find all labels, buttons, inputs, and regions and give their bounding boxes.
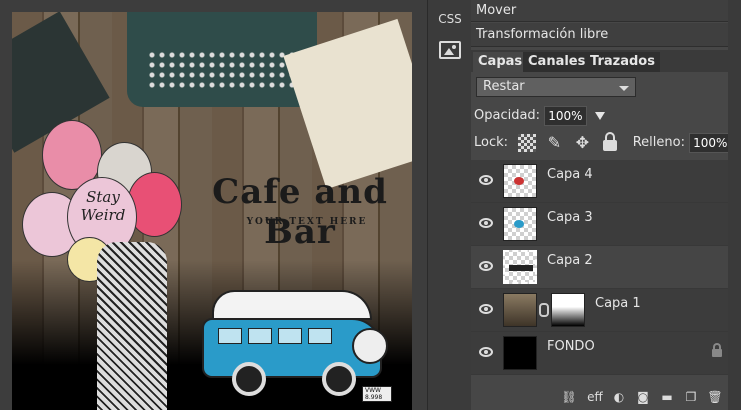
lock-brush-icon[interactable]: ✎ <box>544 133 564 153</box>
van-window <box>278 328 302 344</box>
eye-icon[interactable] <box>479 175 493 185</box>
eye-icon[interactable] <box>479 261 493 271</box>
mask-icon[interactable]: ◙ <box>635 389 651 405</box>
van-illustration: VWW 8.998 <box>202 290 392 402</box>
panel-scrollbar[interactable] <box>728 0 741 410</box>
thumb-content <box>514 220 524 228</box>
layer-thumbnail <box>503 164 537 198</box>
layer-row[interactable]: Capa 3 <box>471 203 728 246</box>
image-icon[interactable] <box>439 41 461 59</box>
thumb-content <box>509 265 533 271</box>
van-window <box>248 328 272 344</box>
layer-name: Capa 2 <box>547 253 593 268</box>
folder-icon[interactable]: ▬ <box>659 389 675 405</box>
layer-row[interactable]: Capa 1 <box>471 289 728 332</box>
side-toolstrip: CSS <box>427 0 471 410</box>
layer-thumbnail <box>503 250 537 284</box>
eye-icon[interactable] <box>479 347 493 357</box>
layer-thumbnail <box>503 336 537 370</box>
thumb-content <box>514 177 524 185</box>
layer-name: FONDO <box>547 339 595 354</box>
layers-bottom-bar: ⛓ eff ◐ ◙ ▬ ❐ 🗑 <box>471 385 741 410</box>
css-button[interactable]: CSS <box>432 12 468 26</box>
lock-transparency-icon[interactable] <box>518 133 537 152</box>
balloon-text: Stay Weird <box>80 188 126 224</box>
tab-canales[interactable]: Canales <box>523 52 591 72</box>
layers-panel: Mover Transformación libre Capas Canales… <box>471 0 741 410</box>
menu-item-free-transform[interactable]: Transformación libre <box>471 23 728 47</box>
opacity-row: Opacidad: 100% <box>474 105 605 127</box>
effects-button[interactable]: eff <box>585 389 605 405</box>
lock-move-icon[interactable]: ✥ <box>572 133 592 153</box>
van-wheel <box>322 362 356 396</box>
chain-link-icon[interactable] <box>539 303 549 317</box>
girl-illustration <box>97 242 167 410</box>
layer-row[interactable]: FONDO <box>471 332 728 375</box>
layer-name: Capa 3 <box>547 210 593 225</box>
van-window <box>218 328 242 344</box>
layers-list: Capa 4 Capa 3 Capa 2 Capa 1 FONDO <box>471 160 728 375</box>
typewriter-keys <box>147 50 297 90</box>
artwork-title: Cafe and Bar <box>212 172 388 252</box>
van-spare-wheel <box>352 328 388 364</box>
tab-capas[interactable]: Capas <box>473 52 528 72</box>
opacity-dropdown-icon[interactable] <box>594 111 605 120</box>
fill-label: Relleno: <box>632 135 685 150</box>
van-roof <box>212 290 372 320</box>
photopea-app: Cafe and Bar YOUR TEXT HERE Stay Weird V… <box>0 0 741 410</box>
layer-thumbnail <box>503 293 537 327</box>
menu-item-mover[interactable]: Mover <box>471 0 728 22</box>
lock-icon <box>712 343 722 357</box>
blend-mode-select[interactable]: Restar <box>476 77 636 97</box>
layer-row[interactable]: Capa 4 <box>471 160 728 203</box>
tab-trazados[interactable]: Trazados <box>585 52 660 72</box>
layer-name: Capa 4 <box>547 167 593 182</box>
layer-mask-thumbnail[interactable] <box>551 293 585 327</box>
artwork-tagline: YOUR TEXT HERE <box>246 217 368 227</box>
van-wheel <box>232 362 266 396</box>
van-window <box>308 328 332 344</box>
opacity-label: Opacidad: <box>474 108 541 123</box>
eye-icon[interactable] <box>479 218 493 228</box>
lock-row: Lock: ✎ ✥ Relleno: 100% <box>474 132 741 169</box>
new-layer-icon[interactable]: ❐ <box>683 389 699 405</box>
eye-icon[interactable] <box>479 304 493 314</box>
opacity-input[interactable]: 100% <box>544 105 587 126</box>
link-icon[interactable]: ⛓ <box>561 389 577 405</box>
lock-label: Lock: <box>474 135 509 150</box>
layer-thumbnail <box>503 207 537 241</box>
trash-icon[interactable]: 🗑 <box>707 389 723 405</box>
lock-all-icon[interactable] <box>602 132 617 151</box>
panel-tabs: Capas Canales Trazados <box>471 50 741 72</box>
layer-name: Capa 1 <box>595 296 641 311</box>
fill-input[interactable]: 100% <box>689 132 732 153</box>
adjustment-icon[interactable]: ◐ <box>611 389 627 405</box>
document-canvas[interactable]: Cafe and Bar YOUR TEXT HERE Stay Weird V… <box>12 12 412 410</box>
van-plate: VWW 8.998 <box>362 386 392 402</box>
layer-row[interactable]: Capa 2 <box>471 246 728 289</box>
canvas-area[interactable]: Cafe and Bar YOUR TEXT HERE Stay Weird V… <box>0 0 427 410</box>
